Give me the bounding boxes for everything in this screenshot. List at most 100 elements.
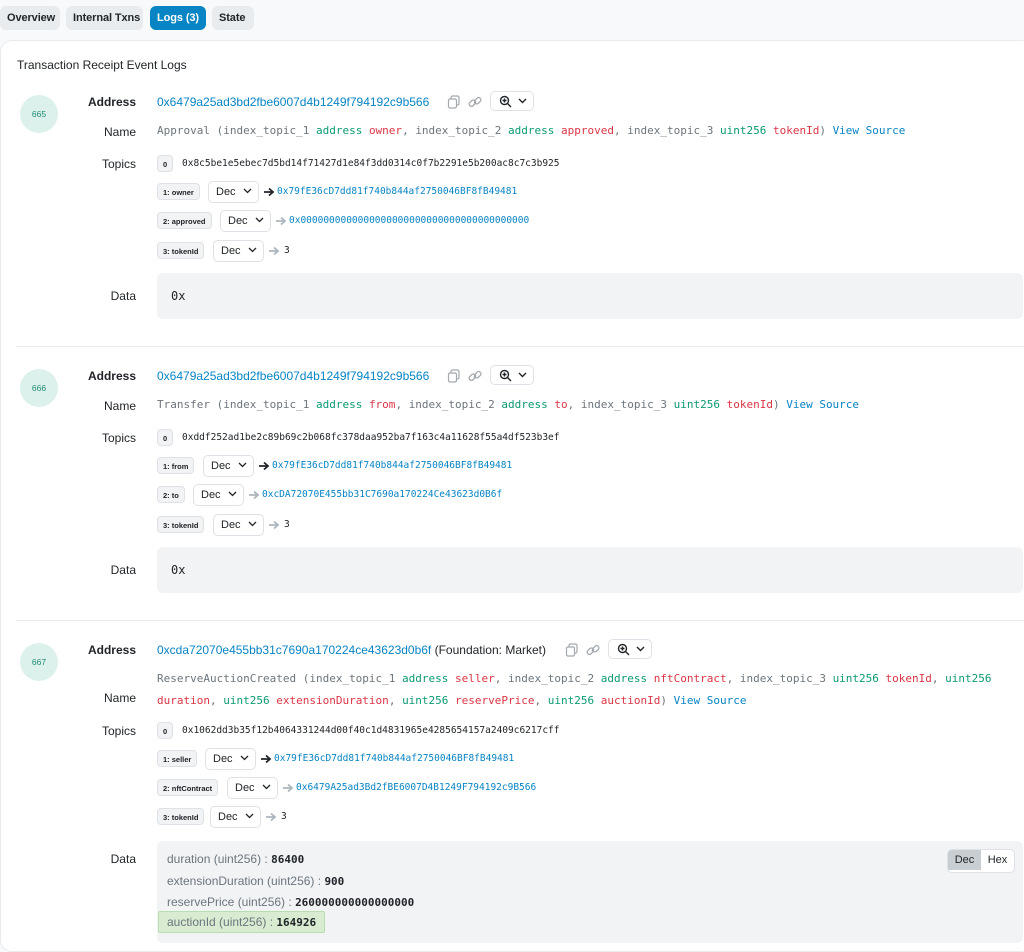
- data-value: 0x: [171, 289, 186, 303]
- event-signature: Approval (index_topic_1 address owner, i…: [157, 124, 906, 137]
- param-name: tokenId: [726, 398, 773, 411]
- topic-label-chip: 1: seller: [157, 750, 198, 767]
- topic-address-link[interactable]: 0x79fE36cD7dd81f740b844af2750046BF8fB494…: [277, 181, 517, 203]
- copy-icon[interactable]: [565, 643, 579, 657]
- format-dropdown[interactable]: Dec: [213, 240, 264, 262]
- arrow-right-icon: [283, 783, 294, 793]
- arrow-right-icon: [261, 754, 272, 764]
- topic-index-chip: 0: [157, 429, 174, 446]
- topic-address-link[interactable]: 0x6479A25ad3Bd2fBE6007D4B1249F794192c9B5…: [296, 777, 536, 799]
- arrow-right-icon: [269, 520, 280, 530]
- address-value[interactable]: 0xcda72070e455bb31c7690a170224ce43623d0b…: [157, 643, 431, 657]
- format-dropdown[interactable]: Dec: [205, 748, 256, 770]
- topic-row: 1: seller Dec 0x79fE36cD7dd81f740b844af2…: [157, 748, 657, 770]
- zoom-dropdown[interactable]: [608, 639, 652, 659]
- format-dropdown[interactable]: Dec: [203, 455, 254, 477]
- topic-row: 2: approved Dec 0x0000000000000000000000…: [157, 210, 657, 232]
- topic-address-link[interactable]: 0xcDA72070E455bb31C7690a170224Ce43623d0B…: [262, 484, 502, 506]
- topic-row: 1: owner Dec 0x79fE36cD7dd81f740b844af27…: [157, 181, 657, 203]
- event-name: Transfer: [157, 398, 210, 411]
- data-label: Data: [110, 852, 136, 866]
- topic-hash: 0x1062dd3b35f12b4064331244d00f40c1d48319…: [182, 725, 560, 736]
- copy-icon[interactable]: [447, 95, 461, 109]
- name-label: Name: [103, 399, 136, 413]
- format-value: Dec: [221, 519, 241, 531]
- param-topic: index_topic_1: [309, 672, 396, 685]
- topic-address-link[interactable]: 0x79fE36cD7dd81f740b844af2750046BF8fB494…: [272, 455, 512, 477]
- tab-overview[interactable]: Overview: [0, 6, 60, 30]
- format-dropdown[interactable]: Dec: [220, 210, 271, 232]
- link-icon[interactable]: [468, 95, 482, 109]
- event-signature: Transfer (index_topic_1 address from, in…: [157, 398, 860, 411]
- divider: [16, 346, 1024, 347]
- topic-label-chip: 2: approved: [157, 212, 212, 229]
- log-address-link[interactable]: 0xcda72070e455bb31c7690a170224ce43623d0b…: [157, 643, 546, 657]
- arrow-right-icon: [259, 461, 270, 471]
- divider: [16, 620, 1024, 621]
- view-source-link[interactable]: View Source: [674, 694, 747, 707]
- param-topic: index_topic_3: [580, 398, 667, 411]
- zoom-icon: [499, 369, 512, 382]
- param-type: uint256: [945, 672, 992, 685]
- param-type: uint256: [832, 672, 879, 685]
- topic-row: 3: tokenId Dec 3: [157, 514, 657, 536]
- zoom-dropdown[interactable]: [490, 91, 534, 111]
- zoom-dropdown[interactable]: [490, 365, 534, 385]
- topic-label-chip: 2: nftContract: [157, 779, 219, 796]
- topic-row: 0 0x8c5be1e5ebec7d5bd14f71427d1e84f3dd03…: [157, 153, 657, 175]
- log-index-badge: 667: [20, 643, 58, 681]
- copy-icon[interactable]: [447, 369, 461, 383]
- view-source-link[interactable]: View Source: [786, 398, 859, 411]
- tab-state[interactable]: State: [212, 6, 254, 30]
- chevron-down-icon: [518, 372, 527, 378]
- topic-hash: 0xddf252ad1be2c89b69c2b068fc378daa952ba7…: [182, 432, 560, 443]
- format-dropdown[interactable]: Dec: [227, 777, 278, 799]
- topic-row: 2: to Dec 0xcDA72070E455bb31C7690a170224…: [157, 484, 657, 506]
- format-dropdown[interactable]: Dec: [208, 181, 259, 203]
- param-type: uint256: [223, 694, 270, 707]
- chevron-down-icon: [518, 98, 527, 104]
- tab-internal-txns[interactable]: Internal Txns: [66, 6, 143, 30]
- format-dropdown[interactable]: Dec: [193, 484, 244, 506]
- format-value: Dec: [216, 186, 236, 198]
- data-box: duration (uint256) : 86400 extensionDura…: [157, 841, 1023, 943]
- topic-label-chip: 2: to: [157, 486, 185, 503]
- arrow-right-icon: [249, 490, 260, 500]
- log-address-link[interactable]: 0x6479a25ad3bd2fbe6007d4b1249f794192c9b5…: [157, 95, 429, 109]
- topic-index-chip: 0: [157, 155, 174, 172]
- format-value: Dec: [211, 460, 231, 472]
- topics-label: Topics: [101, 431, 136, 445]
- topic-address-link[interactable]: 0x00000000000000000000000000000000000000…: [289, 210, 529, 232]
- event-name: Approval: [157, 124, 210, 137]
- topic-row: 0 0x1062dd3b35f12b4064331244d00f40c1d483…: [157, 720, 657, 742]
- zoom-icon: [499, 95, 512, 108]
- param-type: uint256: [402, 694, 449, 707]
- param-name: duration: [157, 694, 210, 707]
- dec-toggle-button[interactable]: Dec: [948, 850, 981, 870]
- tab-logs[interactable]: Logs (3): [150, 6, 206, 30]
- link-icon[interactable]: [468, 369, 482, 383]
- link-icon[interactable]: [586, 643, 600, 657]
- event-signature: ReserveAuctionCreated (index_topic_1 add…: [157, 672, 992, 707]
- log-address-link[interactable]: 0x6479a25ad3bd2fbe6007d4b1249f794192c9b5…: [157, 369, 429, 383]
- topic-address-link[interactable]: 0x79fE36cD7dd81f740b844af2750046BF8fB494…: [274, 748, 514, 770]
- format-dropdown[interactable]: Dec: [210, 806, 261, 828]
- dec-hex-toggle: Dec Hex: [947, 849, 1015, 873]
- hex-toggle-button[interactable]: Hex: [981, 850, 1014, 870]
- view-source-link[interactable]: View Source: [833, 124, 906, 137]
- data-field-value: 164926: [276, 916, 317, 929]
- param-topic: index_topic_2: [408, 398, 495, 411]
- topic-hash: 0x8c5be1e5ebec7d5bd14f71427d1e84f3dd0314…: [182, 158, 560, 169]
- param-topic: index_topic_2: [415, 124, 502, 137]
- format-dropdown[interactable]: Dec: [213, 514, 264, 536]
- chevron-down-icon: [255, 217, 264, 223]
- topic-row: 3: tokenId Dec 3: [157, 806, 657, 828]
- chevron-down-icon: [240, 755, 249, 761]
- topic-row: 1: from Dec 0x79fE36cD7dd81f740b844af275…: [157, 455, 657, 477]
- data-decoded-row: duration (uint256) : 86400: [167, 852, 304, 866]
- data-field-value: 900: [324, 875, 345, 888]
- chevron-down-icon: [636, 646, 645, 652]
- param-topic: index_topic_2: [508, 672, 595, 685]
- zoom-icon: [617, 643, 630, 656]
- param-name: auctionId: [600, 694, 661, 707]
